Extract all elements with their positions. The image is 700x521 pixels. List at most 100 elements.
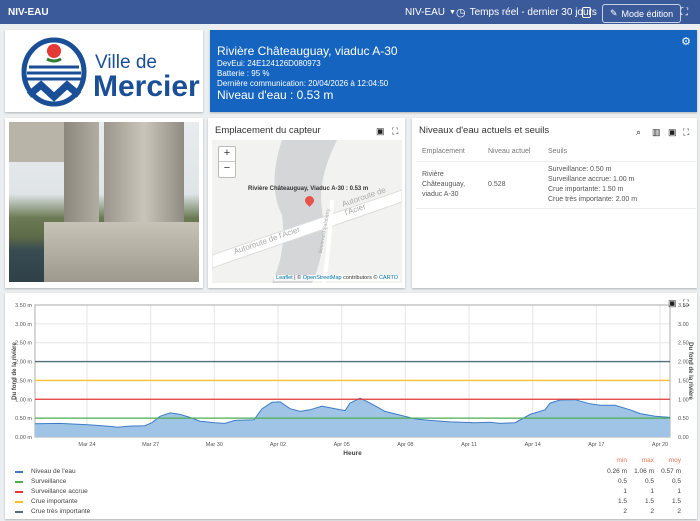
legend-value: 0.26 m bbox=[607, 468, 627, 475]
legend-value: 1 bbox=[650, 488, 654, 495]
exit-fullscreen-icon[interactable]: ⛶ bbox=[681, 7, 688, 18]
legend-value: 1.5 bbox=[644, 498, 654, 505]
x-tick-label: Apr 05 bbox=[334, 442, 350, 448]
tablet-view-icon[interactable] bbox=[582, 6, 591, 18]
legend-label: Niveau de l'eau bbox=[31, 468, 76, 475]
clock-icon: ◷ bbox=[456, 6, 466, 19]
column-header[interactable]: Niveau actuel bbox=[482, 142, 542, 162]
legend-header: max bbox=[641, 457, 654, 464]
attr-mid: contributors © bbox=[341, 275, 379, 281]
legend-item[interactable]: Surveillance accrue bbox=[15, 488, 88, 495]
x-tick-label: Apr 17 bbox=[588, 442, 604, 448]
threshold-text: Crue importante: 1.50 m bbox=[548, 186, 624, 193]
top-bar: NIV-EAU NIV-EAU ▼ ◷ Temps réel - dernier 3… bbox=[0, 0, 700, 24]
table-title: Niveaux d'eau actuels et seuils bbox=[419, 125, 550, 136]
leaflet-link[interactable]: Leaflet bbox=[276, 275, 293, 281]
y-tick-label: 3.50 m bbox=[15, 303, 32, 309]
y-axis-label-right: Du fond de la rivière bbox=[687, 342, 693, 400]
zoom-in-button[interactable]: + bbox=[219, 147, 235, 162]
levels-table-card: Niveaux d'eau actuels et seuils ⌕ ▥ ▣ ⛶ … bbox=[412, 118, 697, 288]
legend-value: 2 bbox=[677, 508, 681, 515]
settings-gear-icon[interactable]: ⚙ bbox=[681, 35, 691, 48]
legend-swatch bbox=[15, 470, 23, 473]
map-tiles bbox=[212, 140, 402, 283]
osm-link[interactable]: OpenStreetMap bbox=[303, 275, 342, 281]
zoom-controls: + − bbox=[218, 146, 236, 178]
legend-label: Surveillance accrue bbox=[31, 488, 88, 495]
legend-item[interactable]: Crue importante bbox=[15, 498, 78, 505]
x-tick-label: Mar 30 bbox=[206, 442, 223, 448]
time-range-button[interactable]: ◷ Temps réel - dernier 30 jours bbox=[456, 6, 597, 19]
map-title: Emplacement du capteur bbox=[215, 125, 321, 136]
sensor-battery: Batterie : 95 % bbox=[217, 69, 270, 78]
legend-value: 1.06 m bbox=[634, 468, 654, 475]
threshold-text: Surveillance: 0.50 m bbox=[548, 166, 612, 173]
legend-label: Crue très importante bbox=[31, 508, 91, 515]
export-icon[interactable]: ▣ bbox=[376, 126, 385, 137]
dashboard-select-label: NIV-EAU bbox=[405, 6, 446, 18]
x-tick-label: Apr 08 bbox=[397, 442, 413, 448]
x-tick-label: Apr 14 bbox=[525, 442, 541, 448]
cell-location: Rivière Châteauguay, viaduc A-30 bbox=[416, 161, 482, 209]
legend-value: 0.5 bbox=[617, 478, 627, 485]
legend-value: 1 bbox=[623, 488, 627, 495]
y-tick-label-right: 0.50 bbox=[678, 416, 689, 422]
sensor-site-photo bbox=[9, 122, 199, 282]
y-tick-label: 0.00 m bbox=[15, 435, 32, 441]
legend-item[interactable]: Surveillance bbox=[15, 478, 66, 485]
sensor-level: Niveau d'eau : 0.53 m bbox=[217, 88, 334, 102]
city-logo bbox=[21, 37, 87, 107]
cell-thresholds: Surveillance: 0.50 m Surveillance accrue… bbox=[542, 161, 696, 209]
export-icon[interactable]: ▣ bbox=[668, 127, 677, 138]
dashboard-select[interactable]: NIV-EAU ▼ bbox=[405, 7, 456, 18]
x-tick-label: Apr 20 bbox=[652, 442, 668, 448]
cell-level: 0.528 bbox=[482, 161, 542, 209]
map-attribution: Leaflet | © OpenStreetMap contributors ©… bbox=[274, 275, 400, 281]
fullscreen-icon[interactable]: ⛶ bbox=[683, 127, 689, 138]
y-tick-label-right: 0.00 bbox=[678, 435, 689, 441]
water-level-chart: 0.00 m 0.000.50 m 0.501.00 m 1.001.50 m 1.50… bbox=[12, 303, 693, 457]
x-tick-label: Mar 24 bbox=[78, 442, 95, 448]
legend-header: min bbox=[616, 457, 627, 464]
x-axis-label: Heure bbox=[343, 450, 362, 457]
x-tick-label: Apr 11 bbox=[461, 442, 477, 448]
legend-swatch bbox=[15, 500, 23, 503]
search-icon[interactable]: ⌕ bbox=[636, 127, 641, 138]
table-row: Rivière Châteauguay, viaduc A-30 0.528 S… bbox=[416, 161, 696, 209]
time-range-label: Temps réel - dernier 30 jours bbox=[469, 6, 597, 18]
zoom-out-button[interactable]: − bbox=[219, 162, 235, 174]
map-view[interactable]: Autoroute de l'Acier Autoroute de l'Acie… bbox=[212, 140, 402, 283]
threshold-text: Surveillance accrue: 1.00 m bbox=[548, 176, 635, 183]
y-tick-label: 0.50 m bbox=[15, 416, 32, 422]
columns-icon[interactable]: ▥ bbox=[652, 127, 661, 138]
chart-card: ▣ ⛶ 0.00 m 0.00 0.50 m 0.50 1.00 m 1.00 1.50 m… bbox=[5, 293, 697, 519]
legend-swatch bbox=[15, 510, 23, 513]
sensor-info-card: Rivière Châteauguay, viaduc A-30 DevEui:… bbox=[210, 30, 697, 112]
legend-item[interactable]: Crue très importante bbox=[15, 508, 90, 515]
carto-link[interactable]: CARTO bbox=[379, 275, 398, 281]
photo-card bbox=[5, 118, 203, 288]
column-header[interactable]: Seuils bbox=[542, 142, 696, 162]
x-tick-label: Mar 27 bbox=[142, 442, 159, 448]
y-tick-label-right: 3.50 bbox=[678, 303, 689, 309]
app-title: NIV-EAU bbox=[8, 6, 49, 18]
caret-down-icon: ▼ bbox=[449, 8, 456, 16]
legend-value: 0.5 bbox=[644, 478, 654, 485]
legend-label: Crue importante bbox=[31, 498, 78, 505]
edit-mode-label: Mode édition bbox=[621, 8, 674, 19]
legend-swatch bbox=[15, 490, 23, 493]
column-header[interactable]: Emplacement bbox=[416, 142, 482, 162]
legend-value: 2 bbox=[650, 508, 654, 515]
legend-swatch bbox=[15, 480, 23, 483]
logo-line2: Mercier bbox=[93, 70, 200, 103]
edit-mode-button[interactable]: ✎ Mode édition bbox=[602, 4, 682, 23]
x-tick-label: Apr 02 bbox=[270, 442, 286, 448]
legend-value: 0.5 bbox=[671, 478, 681, 485]
legend-value: 1.5 bbox=[617, 498, 627, 505]
y-axis-label: Du fond de la rivière bbox=[12, 342, 18, 400]
sensor-last-comm: Dernière communication: 20/04/2026 à 12:… bbox=[217, 79, 389, 88]
y-tick-label-right: 3.00 bbox=[678, 322, 689, 328]
fullscreen-icon[interactable]: ⛶ bbox=[392, 126, 398, 137]
sensor-name: Rivière Châteauguay, viaduc A-30 bbox=[217, 44, 398, 58]
legend-item[interactable]: Niveau de l'eau bbox=[15, 468, 76, 475]
